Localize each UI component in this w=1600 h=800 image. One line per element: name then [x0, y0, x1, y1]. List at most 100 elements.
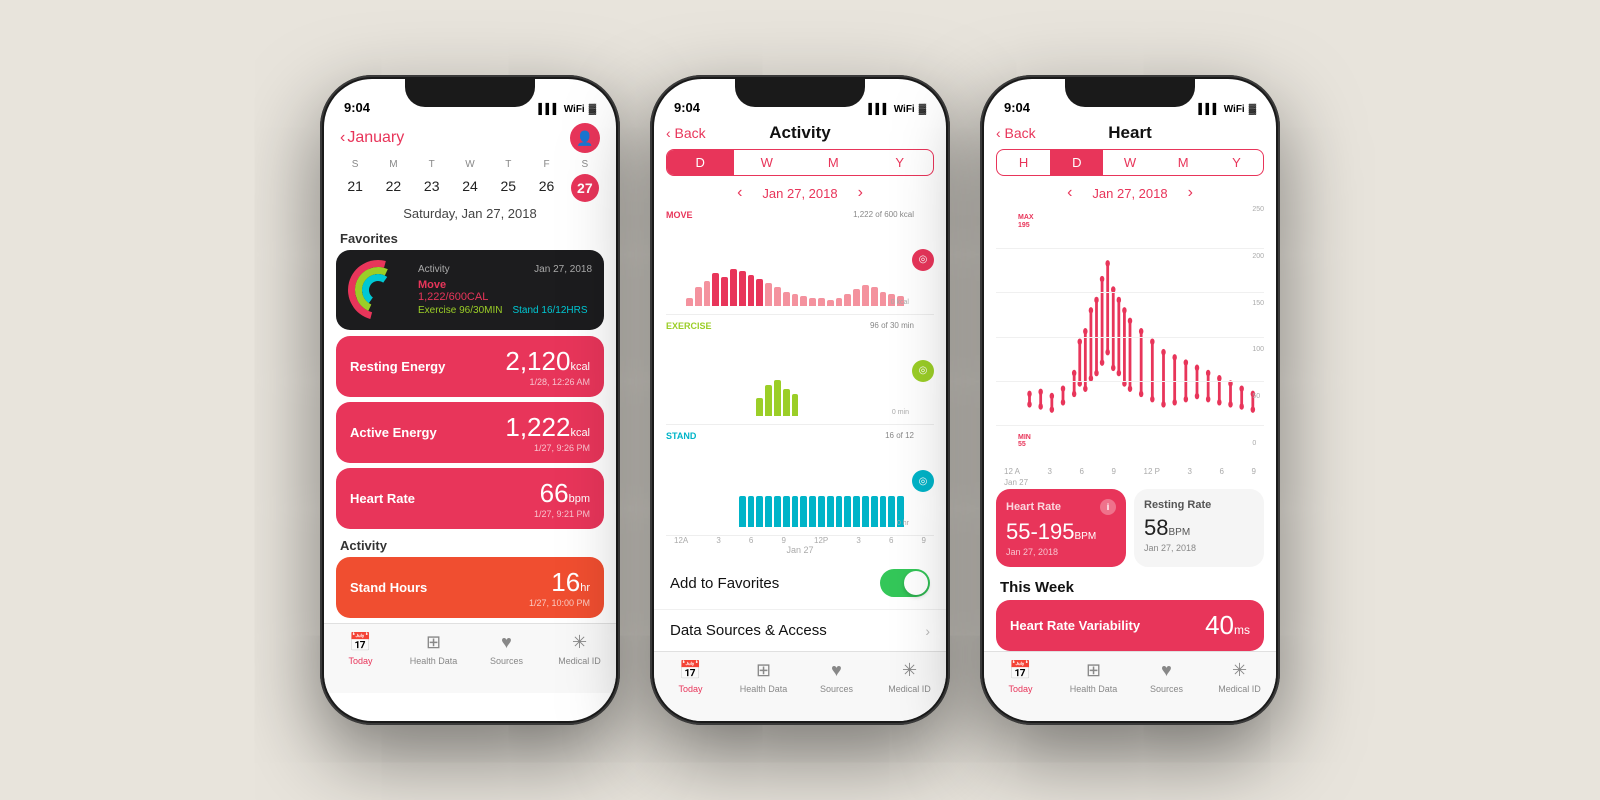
info-button-hr[interactable]: i — [1100, 499, 1116, 515]
h-time-6a: 6 — [1080, 467, 1084, 476]
active-energy-card[interactable]: Active Energy 1,222kcal 1/27, 9:26 PM — [336, 402, 604, 463]
healthdata-icon-3: ⊞ — [1086, 660, 1101, 681]
hr-card-unit-primary: BPM — [1075, 531, 1097, 542]
heart-rate-card[interactable]: Heart Rate 66bpm 1/27, 9:21 PM — [336, 468, 604, 529]
segment-control-3[interactable]: H D W M Y — [996, 149, 1264, 176]
phones-container: 9:04 ▌▌▌ WiFi ▓ ‹ January 👤 — [320, 75, 1280, 725]
cal-date-23[interactable]: 23 — [413, 174, 451, 202]
tab-healthdata-label-2: Health Data — [740, 684, 788, 694]
date-prev-3[interactable]: ‹ — [1067, 184, 1072, 202]
sources-icon-1: ♥ — [501, 632, 512, 653]
seg-y[interactable]: Y — [867, 150, 934, 175]
h-time-9a: 9 — [1112, 467, 1116, 476]
resting-energy-unit: kcal — [570, 361, 590, 373]
cal-date-27-selected[interactable]: 27 — [571, 174, 599, 202]
h-time-12a: 12 A — [1004, 467, 1020, 476]
activity-card-info: Activity Jan 27, 2018 Move 1,222/600CAL … — [418, 264, 592, 316]
seg3-m[interactable]: M — [1157, 150, 1210, 175]
tab-healthdata-3[interactable]: ⊞ Health Data — [1057, 660, 1130, 694]
seg-m[interactable]: M — [800, 150, 867, 175]
chart-axis-move: 0 kcal — [891, 299, 909, 306]
hr-card-secondary[interactable]: Resting Rate 58BPM Jan 27, 2018 — [1134, 489, 1264, 567]
tab-medicalid-2[interactable]: ✳ Medical ID — [873, 660, 946, 694]
cal-date-22[interactable]: 22 — [374, 174, 412, 202]
y-0: 0 — [1252, 440, 1264, 447]
nav-title-1[interactable]: January — [347, 129, 404, 147]
back-arrow-1: ‹ — [340, 129, 345, 147]
today-icon-1: 📅 — [349, 632, 371, 653]
datasource-row-2[interactable]: Data Sources & Access › — [654, 610, 946, 651]
segment-control-2[interactable]: D W M Y — [666, 149, 934, 176]
chart-exercise: EXERCISE 96 of 30 min ◎ 0 min — [666, 317, 934, 426]
p3-nav: ‹ Back Heart — [984, 119, 1276, 149]
cal-date-21[interactable]: 21 — [336, 174, 374, 202]
chart-icon-stand: ◎ — [912, 470, 934, 492]
time-12a: 12A — [674, 536, 688, 545]
cal-week-days: S M T W T F S — [336, 159, 604, 170]
stand-hours-card[interactable]: Stand Hours 16hr 1/27, 10:00 PM — [336, 557, 604, 618]
h-time-9p: 9 — [1251, 467, 1255, 476]
this-week-label: This Week — [984, 573, 1276, 600]
tab-bar-2: 📅 Today ⊞ Health Data ♥ Sources ✳ Medica… — [654, 651, 946, 721]
date-next-3[interactable]: › — [1188, 184, 1193, 202]
notch-3 — [1065, 79, 1195, 107]
cal-date-24[interactable]: 24 — [451, 174, 489, 202]
heart-svg-chart — [996, 206, 1264, 467]
chart-icon-move: ◎ — [912, 249, 934, 271]
tab-sources-2[interactable]: ♥ Sources — [800, 660, 873, 694]
activity-card[interactable]: Activity Jan 27, 2018 Move 1,222/600CAL … — [336, 250, 604, 330]
seg-d[interactable]: D — [667, 150, 734, 175]
chart-meta-exercise: 96 of 30 min — [870, 321, 914, 330]
status-icons-3: ▌▌▌ WiFi ▓ — [1198, 104, 1256, 115]
back-button-2[interactable]: ‹ Back — [666, 125, 706, 141]
date-next-2[interactable]: › — [858, 184, 863, 202]
seg3-y[interactable]: Y — [1210, 150, 1263, 175]
tab-today-2[interactable]: 📅 Today — [654, 660, 727, 694]
seg3-h[interactable]: H — [997, 150, 1050, 175]
page-title-3: Heart — [1108, 123, 1151, 143]
resting-energy-card[interactable]: Resting Energy 2,120kcal 1/28, 12:26 AM — [336, 336, 604, 397]
back-button-3[interactable]: ‹ Back — [996, 125, 1036, 141]
seg-w[interactable]: W — [734, 150, 801, 175]
back-button-1[interactable]: ‹ January — [340, 129, 404, 147]
hr-title-text: Heart Rate — [1006, 501, 1061, 513]
day-t: T — [413, 159, 451, 170]
seg3-w[interactable]: W — [1103, 150, 1156, 175]
heart-time-labels: 12 A 3 6 9 12 P 3 6 9 — [984, 467, 1276, 478]
tab-healthdata-label-1: Health Data — [410, 656, 458, 666]
time-9a: 9 — [781, 536, 785, 545]
tab-medicalid-label-3: Medical ID — [1218, 684, 1261, 694]
hr-card-primary[interactable]: Heart Rate i 55-195BPM Jan 27, 2018 — [996, 489, 1126, 567]
exercise-value: Exercise 96/30MIN — [418, 305, 502, 316]
status-time-3: 9:04 — [1004, 100, 1030, 115]
avatar-1[interactable]: 👤 — [570, 123, 600, 153]
activity-row: Exercise 96/30MIN Stand 16/12HRS — [418, 305, 592, 316]
hrv-card[interactable]: Heart Rate Variability 40ms — [996, 600, 1264, 651]
date-prev-2[interactable]: ‹ — [737, 184, 742, 202]
cal-date-25[interactable]: 25 — [489, 174, 527, 202]
tab-medicalid-1[interactable]: ✳ Medical ID — [543, 632, 616, 666]
max-label: MAX195 — [1018, 214, 1034, 229]
tab-today-label-1: Today — [348, 656, 372, 666]
tab-healthdata-1[interactable]: ⊞ Health Data — [397, 632, 470, 666]
tab-medicalid-3[interactable]: ✳ Medical ID — [1203, 660, 1276, 694]
resting-title-text: Resting Rate — [1144, 499, 1211, 511]
day-s: S — [336, 159, 374, 170]
sources-icon-2: ♥ — [831, 660, 842, 681]
tab-medicalid-label-1: Medical ID — [558, 656, 601, 666]
day-t2: T — [489, 159, 527, 170]
seg3-d[interactable]: D — [1050, 150, 1103, 175]
cal-date-26[interactable]: 26 — [527, 174, 565, 202]
stand-hours-label: Stand Hours — [350, 580, 427, 595]
tab-today-3[interactable]: 📅 Today — [984, 660, 1057, 694]
time-12p: 12P — [814, 536, 828, 545]
hr-card-unit-secondary: BPM — [1168, 527, 1190, 538]
tab-today-label-3: Today — [1008, 684, 1032, 694]
hr-card-value-primary: 55-195BPM — [1006, 519, 1116, 545]
tab-healthdata-2[interactable]: ⊞ Health Data — [727, 660, 800, 694]
heart-rate-label: Heart Rate — [350, 491, 415, 506]
tab-sources-3[interactable]: ♥ Sources — [1130, 660, 1203, 694]
tab-today-1[interactable]: 📅 Today — [324, 632, 397, 666]
tab-sources-1[interactable]: ♥ Sources — [470, 632, 543, 666]
toggle-switch-2[interactable] — [880, 569, 930, 597]
